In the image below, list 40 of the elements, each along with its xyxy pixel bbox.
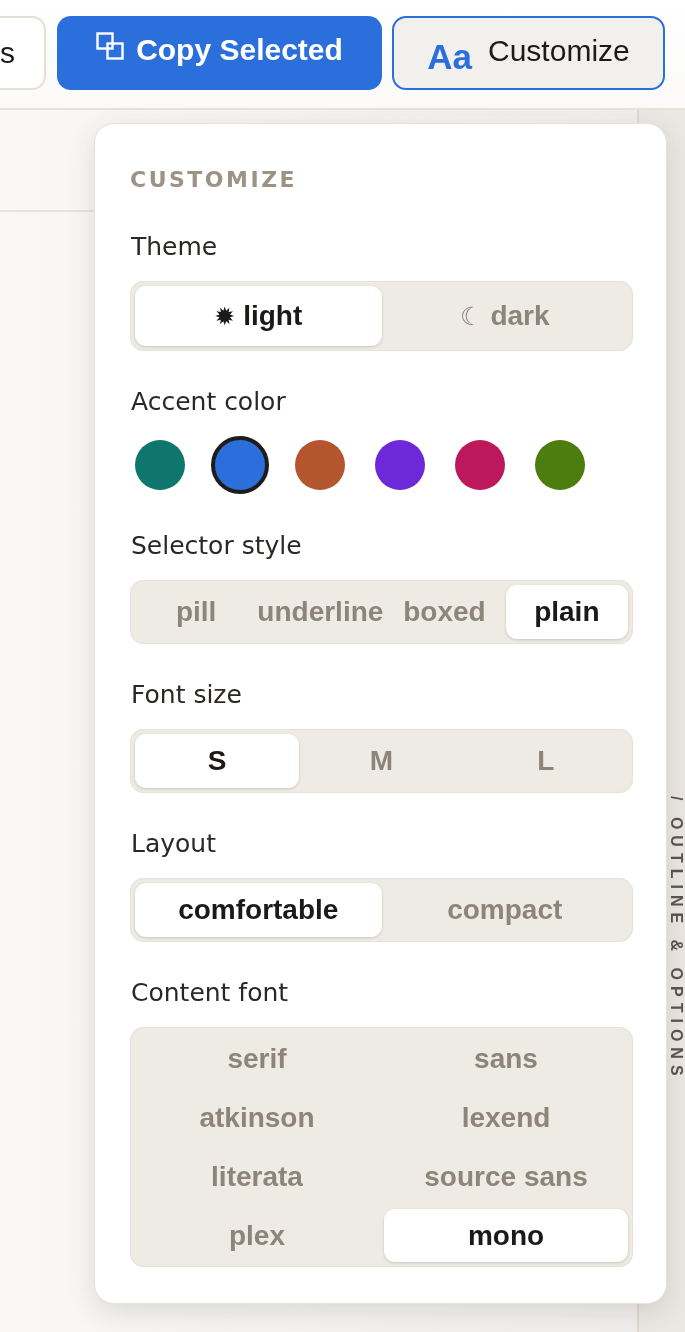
segmented-option[interactable]: S — [135, 734, 300, 788]
section-label: Content font — [131, 978, 290, 1008]
color-swatch-icon[interactable] — [211, 436, 269, 494]
segmented-option[interactable]: comfortable — [135, 883, 382, 937]
font-option[interactable]: atkinson — [135, 1091, 379, 1144]
font-option[interactable]: source sans — [384, 1150, 628, 1203]
customize-button[interactable]: Aa Customize — [392, 16, 665, 90]
section-label: Layout — [131, 829, 217, 859]
side-tab[interactable]: / OUTLINE & OPTIONS — [668, 796, 685, 1082]
color-swatch-icon[interactable] — [455, 440, 505, 490]
segmented-option[interactable]: compact — [381, 883, 628, 937]
segmented-option[interactable]: pill — [135, 585, 258, 639]
menu-heading: CUSTOMIZE — [130, 167, 299, 193]
text-style-icon: Aa — [427, 38, 472, 74]
section-label: Accent color — [131, 387, 287, 417]
sun-icon: ✹ — [214, 301, 236, 331]
section-label: Font size — [131, 680, 243, 710]
font-option[interactable]: sans — [384, 1032, 628, 1085]
segmented-option[interactable]: underline — [257, 585, 384, 639]
font-option[interactable]: lexend — [384, 1091, 628, 1144]
copy-icon — [96, 32, 125, 60]
color-swatch-icon[interactable] — [375, 440, 425, 490]
copy-button[interactable]: Copy Selected — [57, 16, 382, 90]
toolbar-button[interactable]: s — [0, 16, 46, 90]
color-swatch-icon[interactable] — [135, 440, 185, 490]
section-label: Selector style — [131, 531, 303, 561]
font-option[interactable]: mono — [384, 1209, 628, 1262]
font-option[interactable]: literata — [135, 1150, 379, 1203]
moon-icon: ☾ — [459, 301, 483, 331]
segmented-option[interactable]: L — [463, 734, 628, 788]
color-swatch-icon[interactable] — [295, 440, 345, 490]
segmented-option[interactable]: plain — [505, 585, 628, 639]
color-swatch-icon[interactable] — [535, 440, 585, 490]
segmented-option[interactable]: M — [299, 734, 464, 788]
segmented-option[interactable]: ☾ dark — [381, 286, 628, 346]
font-option[interactable]: serif — [135, 1032, 379, 1085]
section-label: Theme — [131, 232, 219, 262]
segmented-option[interactable]: boxed — [383, 585, 506, 639]
segmented-option[interactable]: ✹ light — [135, 286, 382, 346]
font-option[interactable]: plex — [135, 1209, 379, 1262]
